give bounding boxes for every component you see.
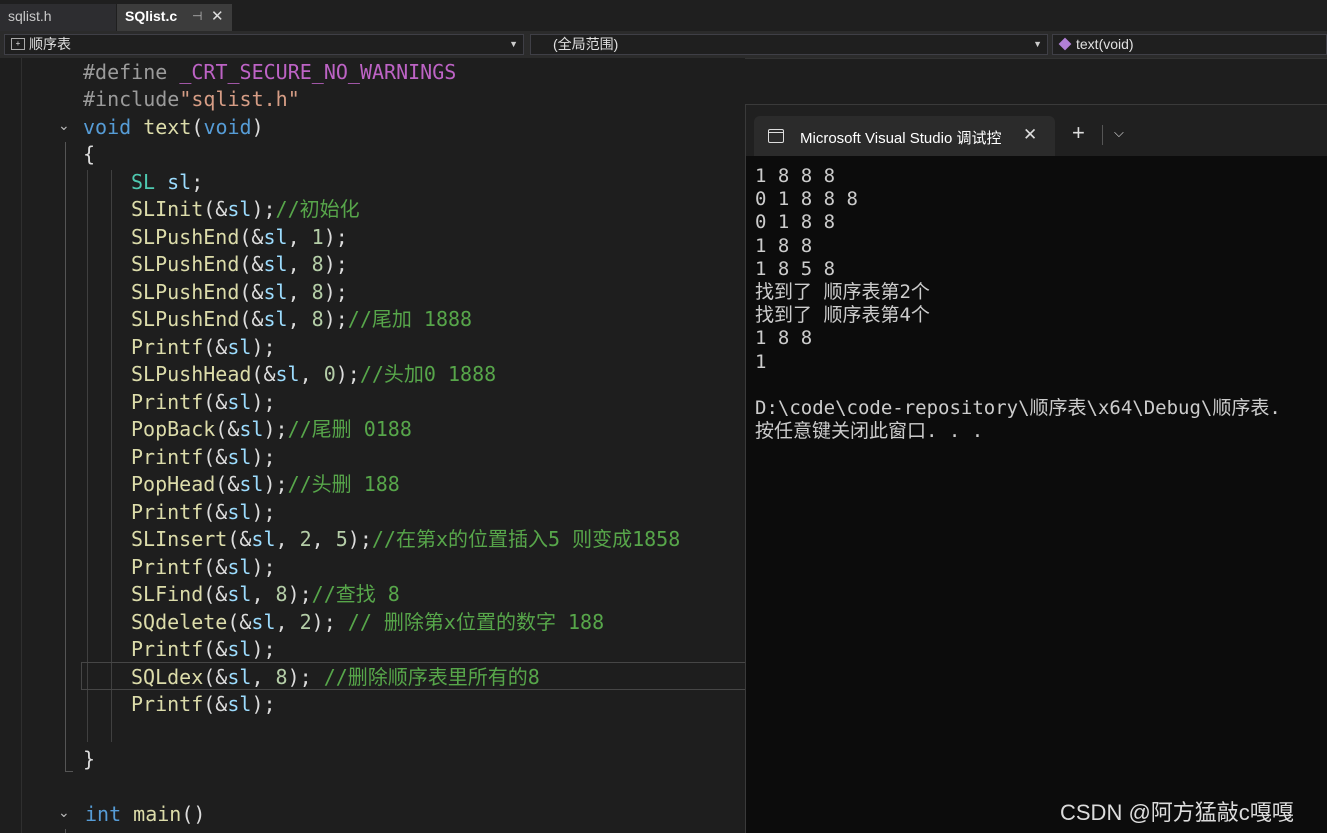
code-line-16: PopHead(&sl);//头删 188: [131, 472, 400, 496]
close-icon[interactable]: ✕: [211, 4, 224, 29]
console-tab-title: Microsoft Visual Studio 调试控: [800, 130, 1002, 147]
fold-guide: [65, 142, 66, 772]
navigation-bar: + 顺序表 ▼ (全局范围) ▼ text(void): [0, 31, 1327, 59]
code-line-3: void text(void): [83, 115, 264, 139]
code-line-22: Printf(&sl);: [131, 637, 276, 661]
code-line-5: SL sl;: [131, 170, 204, 194]
gutter-divider: [21, 58, 22, 833]
chevron-down-icon[interactable]: ⌵: [1114, 125, 1124, 141]
tab-sqlist-c[interactable]: SQlist.c ⊣ ✕: [117, 4, 232, 31]
code-line-23: SQLdex(&sl, 8); //删除顺序表里所有的8: [131, 665, 540, 689]
code-line-13: Printf(&sl);: [131, 390, 276, 414]
code-line-14: PopBack(&sl);//尾删 0188: [131, 417, 412, 441]
console-tab[interactable]: Microsoft Visual Studio 调试控 ✕: [754, 116, 1055, 156]
project-dropdown[interactable]: + 顺序表 ▼: [4, 34, 524, 55]
watermark: CSDN @阿方猛敲c嘎嘎: [1060, 800, 1294, 825]
tab-label: SQlist.c: [125, 8, 178, 24]
scope-label: (全局范围): [553, 36, 619, 52]
console-line: 找到了 顺序表第2个: [755, 280, 930, 303]
method-cube-icon: [1058, 37, 1072, 51]
member-dropdown[interactable]: text(void): [1052, 34, 1327, 55]
debug-console-window[interactable]: Microsoft Visual Studio 调试控 ✕ + ⌵ 1 8 8 …: [745, 104, 1327, 833]
code-line-25: }: [83, 747, 96, 771]
code-line-20: SLFind(&sl, 8);//查找 8: [131, 582, 400, 606]
new-tab-plus-icon[interactable]: +: [1072, 122, 1085, 144]
indent-guide: [87, 170, 88, 742]
fold-guide: [65, 829, 66, 833]
code-line-9: SLPushEnd(&sl, 8);: [131, 280, 348, 304]
indent-guide: [111, 170, 112, 742]
fold-guide-end: [65, 771, 73, 772]
code-line-11: Printf(&sl);: [131, 335, 276, 359]
fold-collapse-icon[interactable]: ⌄: [58, 117, 70, 134]
console-line: 0 1 8 8 8: [755, 188, 858, 211]
fold-collapse-icon[interactable]: ⌄: [58, 804, 70, 821]
pin-icon[interactable]: ⊣: [192, 4, 202, 29]
code-line-24: Printf(&sl);: [131, 692, 276, 716]
code-line-19: Printf(&sl);: [131, 555, 276, 579]
code-line-10: SLPushEnd(&sl, 8);//尾加 1888: [131, 307, 473, 331]
console-line: 按任意键关闭此窗口. . .: [755, 420, 984, 443]
code-line-15: Printf(&sl);: [131, 445, 276, 469]
console-line: 找到了 顺序表第4个: [755, 304, 930, 327]
close-icon[interactable]: ✕: [1023, 125, 1037, 145]
scope-dropdown[interactable]: (全局范围) ▼: [530, 34, 1048, 55]
code-line-18: SLInsert(&sl, 2, 5);//在第x的位置插入5 则变成1858: [131, 527, 681, 551]
code-editor[interactable]: ⌄ ⌄ #define _CRT_SECURE_NO_WARNINGS #inc…: [0, 58, 745, 833]
code-line-4: {: [83, 142, 96, 166]
member-label: text(void): [1076, 36, 1134, 52]
console-line: 1 8 8 8: [755, 165, 836, 187]
console-line: D:\code\code-repository\顺序表\x64\Debug\顺序…: [755, 396, 1281, 419]
code-line-8: SLPushEnd(&sl, 8);: [131, 252, 348, 276]
code-line-7: SLPushEnd(&sl, 1);: [131, 225, 348, 249]
project-label: 顺序表: [29, 36, 71, 52]
console-line: 1 8 5 8: [755, 257, 836, 280]
terminal-icon: [768, 129, 784, 143]
document-tab-strip: sqlist.h SQlist.c ⊣ ✕: [0, 0, 1327, 31]
project-icon: +: [11, 38, 25, 50]
tab-sqlist-h[interactable]: sqlist.h: [0, 4, 116, 31]
code-line-21: SQdelete(&sl, 2); // 删除第x位置的数字 188: [131, 610, 605, 634]
separator: [1102, 125, 1103, 145]
chevron-down-icon: ▼: [1033, 39, 1042, 49]
console-line: 0 1 8 8: [755, 211, 836, 234]
console-line: 1: [755, 350, 767, 373]
code-line-26: int main(): [85, 802, 206, 826]
console-line: 1 8 8: [755, 327, 813, 350]
code-line-1: #define _CRT_SECURE_NO_WARNINGS: [83, 60, 457, 84]
console-titlebar: Microsoft Visual Studio 调试控 ✕ + ⌵: [746, 105, 1327, 156]
code-line-17: Printf(&sl);: [131, 500, 276, 524]
code-line-12: SLPushHead(&sl, 0);//头加0 1888: [131, 362, 497, 386]
console-line: 1 8 8: [755, 234, 813, 257]
code-line-2: #include"sqlist.h": [83, 87, 300, 111]
tab-label: sqlist.h: [8, 8, 52, 24]
console-output: 1 8 8 8 0 1 8 8 8 0 1 8 8 1 8 8 1 8 5 8 …: [755, 165, 1281, 443]
code-line-6: SLInit(&sl);//初始化: [131, 197, 360, 221]
chevron-down-icon: ▼: [509, 39, 518, 49]
